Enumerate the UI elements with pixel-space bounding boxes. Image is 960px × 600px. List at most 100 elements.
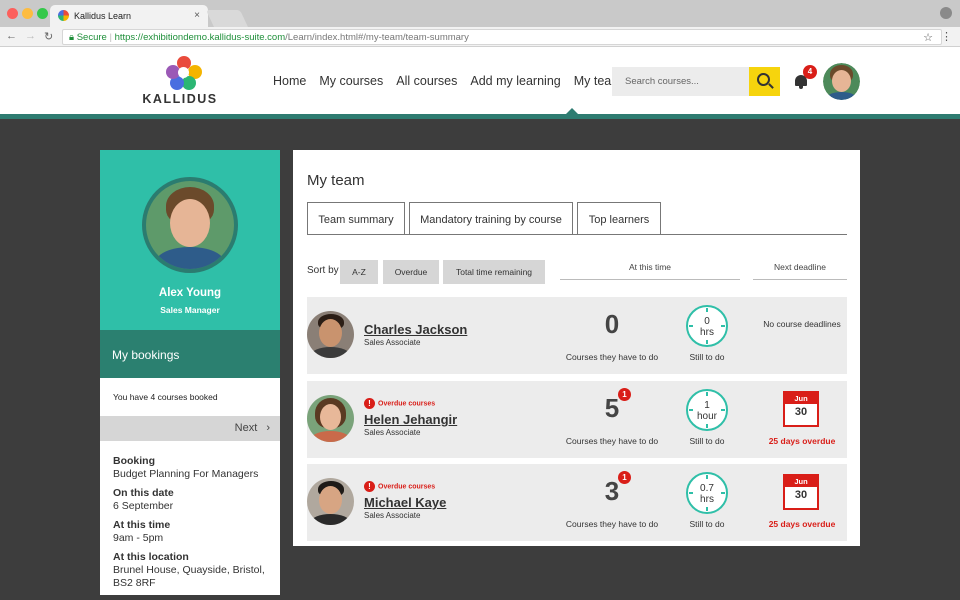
browser-tab[interactable]: Kallidus Learn × [50, 5, 208, 27]
my-team-panel: My team Team summary Mandatory training … [293, 150, 860, 546]
logo-text: KALLIDUS [142, 92, 218, 106]
sort-time-remaining-button[interactable]: Total time remaining [443, 260, 545, 284]
page-title: My team [307, 172, 365, 189]
time-value: 9am - 5pm [113, 532, 164, 544]
tab-title: Kallidus Learn [74, 11, 132, 21]
profile-role: Sales Manager [160, 305, 220, 315]
member-avatar[interactable] [307, 478, 354, 525]
lock-icon: 🔒︎ [69, 32, 75, 43]
overdue-caption: 25 days overdue [768, 519, 836, 529]
overdue-caption: 25 days overdue [768, 436, 836, 446]
favicon-icon [58, 10, 69, 21]
overdue-flag: ! Overdue courses [364, 481, 435, 492]
team-member-row: Charles Jackson Sales Associate 0 Course… [307, 297, 847, 374]
time-unit: hour [696, 411, 717, 422]
col-at-this-time: At this time [560, 262, 740, 280]
overdue-count-badge: 1 [618, 388, 631, 401]
overdue-flag-text: Overdue courses [378, 483, 436, 491]
search-button[interactable] [749, 67, 780, 96]
alert-icon: ! [364, 398, 375, 409]
alert-icon: ! [364, 481, 375, 492]
browser-profile-icon[interactable] [940, 7, 952, 19]
maximize-window-button[interactable] [37, 8, 48, 19]
team-member-row: ! Overdue courses Helen Jehangir Sales As… [307, 381, 847, 458]
nav-add-my-learning[interactable]: Add my learning [470, 74, 560, 88]
notification-badge: 4 [803, 65, 817, 79]
member-role: Sales Associate [364, 428, 421, 437]
courses-caption: Courses they have to do [565, 436, 659, 446]
kallidus-logo-icon[interactable] [166, 56, 202, 90]
tab-mandatory-training[interactable]: Mandatory training by course [409, 202, 573, 235]
forward-arrow-icon[interactable]: → [25, 30, 36, 42]
still-to-do-caption: Still to do [689, 436, 725, 446]
courses-count: 0 [604, 309, 620, 339]
nav-all-courses[interactable]: All courses [396, 74, 457, 88]
deadline-month: Jun [785, 393, 817, 404]
tab-top-learners[interactable]: Top learners [577, 202, 661, 235]
sort-az-button[interactable]: A-Z [340, 260, 378, 284]
clock-icon: 0 hrs [686, 305, 728, 347]
url-path: /Learn/index.html#/my-team/team-summary [285, 32, 469, 43]
deadline-month: Jun [785, 476, 817, 487]
team-member-row: ! Overdue courses Michael Kaye Sales Asso… [307, 464, 847, 541]
browser-tab-bar: Kallidus Learn × [0, 0, 960, 27]
time-value: 1 [704, 400, 710, 411]
address-bar-row: ← → ↻ 🔒︎ Secure | https://exhibitiondemo… [0, 27, 960, 47]
secure-label: Secure [76, 32, 107, 43]
member-name[interactable]: Helen Jehangir [364, 412, 457, 427]
member-avatar[interactable] [307, 395, 354, 442]
url-host: https://exhibitiondemo.kallidus-suite.co… [114, 32, 286, 43]
tabs-divider [307, 234, 847, 235]
booking-value: Budget Planning For Managers [113, 468, 259, 480]
member-name[interactable]: Michael Kaye [364, 495, 446, 510]
member-name[interactable]: Charles Jackson [364, 322, 467, 337]
main-nav: Home My courses All courses Add my learn… [273, 74, 622, 88]
profile-card: Alex Young Sales Manager [100, 150, 280, 330]
still-to-do-caption: Still to do [689, 519, 725, 529]
tab-team-summary[interactable]: Team summary [307, 202, 405, 235]
minimize-window-button[interactable] [22, 8, 33, 19]
date-label: On this date [113, 487, 174, 499]
bookings-count: You have 4 courses booked [100, 378, 280, 416]
time-value: 0.7 [700, 483, 714, 494]
close-window-button[interactable] [7, 8, 18, 19]
clock-icon: 1 hour [686, 389, 728, 431]
member-role: Sales Associate [364, 511, 421, 520]
profile-avatar [142, 177, 238, 273]
nav-my-courses[interactable]: My courses [319, 74, 383, 88]
back-arrow-icon[interactable]: ← [6, 30, 17, 42]
no-deadline-text: No course deadlines [763, 319, 841, 329]
sort-overdue-button[interactable]: Overdue [383, 260, 439, 284]
search-input[interactable]: Search courses... [612, 67, 749, 96]
overdue-count-badge: 1 [618, 471, 631, 484]
calendar-icon: Jun 30 [783, 391, 819, 427]
next-booking-button[interactable]: Next › [100, 416, 280, 441]
location-label: At this location [113, 551, 189, 563]
clock-icon: 0.7 hrs [686, 472, 728, 514]
url-input[interactable]: 🔒︎ Secure | https://exhibitiondemo.kalli… [62, 29, 942, 45]
nav-home[interactable]: Home [273, 74, 306, 88]
overdue-flag: ! Overdue courses [364, 398, 435, 409]
next-label: Next [234, 422, 258, 434]
tab-close-icon[interactable]: × [194, 10, 200, 21]
deadline-day: 30 [794, 406, 808, 418]
time-label: At this time [113, 519, 171, 531]
reload-icon[interactable]: ↻ [44, 30, 53, 43]
new-tab-button[interactable] [206, 10, 248, 27]
date-value: 6 September [113, 500, 174, 512]
user-avatar[interactable] [823, 63, 860, 100]
calendar-icon: Jun 30 [783, 474, 819, 510]
profile-name: Alex Young [158, 287, 222, 299]
location-value: Brunel House, Quayside, Bristol, BS2 8RF [113, 564, 265, 589]
col-next-deadline: Next deadline [753, 262, 847, 280]
bookmark-star-icon[interactable]: ☆ [923, 31, 933, 44]
time-value: 0 [704, 316, 710, 327]
sort-label: Sort by [307, 265, 339, 276]
chevron-right-icon: › [266, 422, 270, 434]
header-accent-bar [0, 114, 960, 119]
courses-caption: Courses they have to do [565, 352, 659, 362]
time-unit: hrs [700, 494, 714, 505]
deadline-day: 30 [794, 489, 808, 501]
browser-menu-icon[interactable]: ⋮ [941, 30, 952, 43]
member-avatar[interactable] [307, 311, 354, 358]
